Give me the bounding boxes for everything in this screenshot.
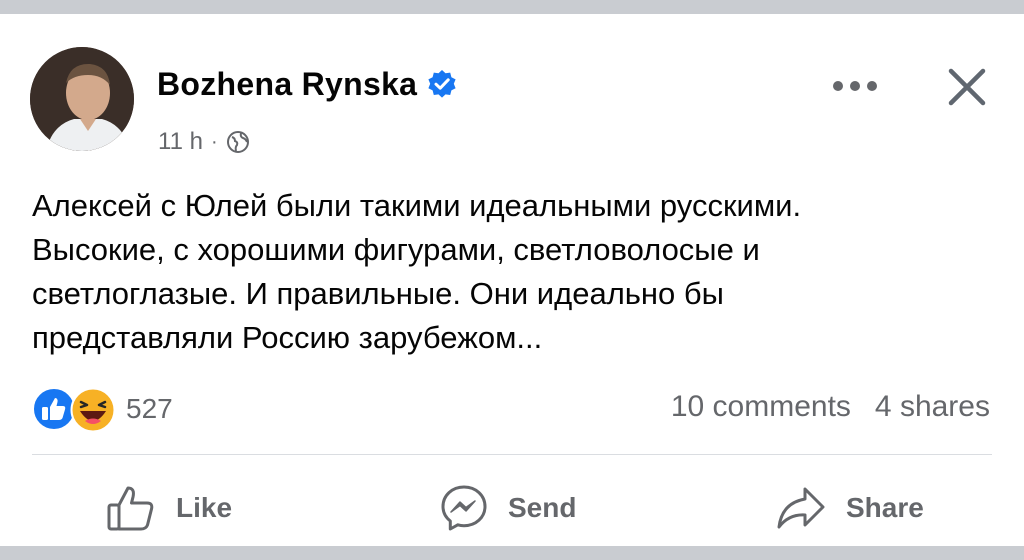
verified-badge-icon: [428, 70, 456, 98]
avatar-image: [30, 47, 134, 151]
action-divider: [32, 454, 992, 455]
share-button[interactable]: Share: [776, 480, 924, 536]
close-icon: [948, 68, 986, 106]
post-meta: 11 h ·: [158, 128, 250, 156]
author-row: Bozhena Rynska: [157, 62, 457, 106]
reactions-summary[interactable]: 527: [32, 387, 173, 433]
more-icon: [833, 81, 877, 91]
comments-count[interactable]: 10 comments: [671, 390, 851, 424]
post-text: Алексей с Юлей были такими идеальными ру…: [32, 184, 1002, 360]
reaction-count: 527: [126, 393, 173, 424]
share-arrow-icon: [777, 487, 825, 529]
post-card: Bozhena Rynska 11 h · Алексей с Юлей был…: [0, 14, 1024, 546]
post-stats: 10 comments 4 shares: [671, 390, 990, 424]
like-label: Like: [176, 492, 233, 523]
author-name[interactable]: Bozhena Rynska: [157, 66, 417, 103]
like-button[interactable]: Like: [106, 480, 232, 536]
send-label: Send: [508, 492, 577, 523]
meta-separator: ·: [210, 130, 218, 153]
messenger-icon: [441, 485, 487, 531]
haha-icon: [70, 387, 116, 433]
reaction-icons: [32, 387, 120, 433]
more-options-button[interactable]: [828, 68, 882, 104]
thumbs-up-icon: [107, 486, 154, 531]
close-button[interactable]: [942, 62, 992, 112]
shares-count[interactable]: 4 shares: [875, 390, 990, 424]
post-text-line: представляли Россию зарубежом...: [32, 320, 543, 355]
post-text-line: Высокие, с хорошими фигурами, светловоло…: [32, 232, 760, 267]
send-button[interactable]: Send: [440, 480, 576, 536]
post-time[interactable]: 11 h: [158, 128, 203, 156]
post-text-line: Алексей с Юлей были такими идеальными ру…: [32, 188, 802, 223]
globe-icon: [226, 131, 249, 153]
author-avatar[interactable]: [30, 47, 134, 151]
share-label: Share: [846, 492, 924, 523]
post-text-line: светлоглазые. И правильные. Они идеально…: [32, 276, 724, 311]
